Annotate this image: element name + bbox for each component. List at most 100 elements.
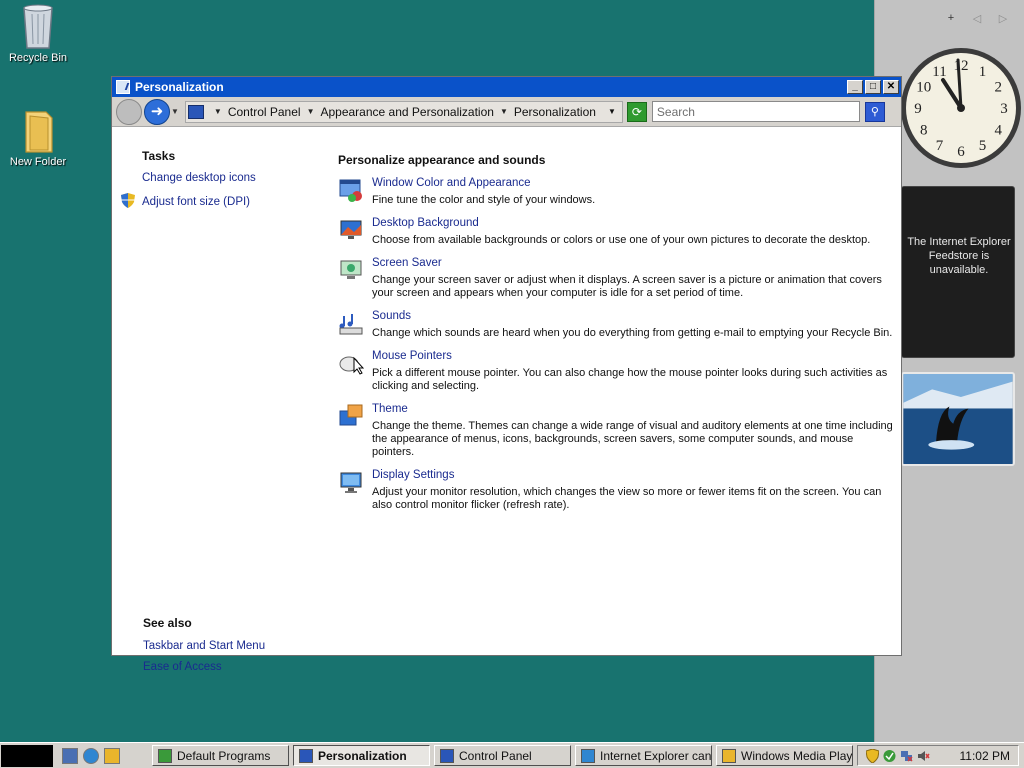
search-icon[interactable]: ⚲ xyxy=(864,101,885,122)
breadcrumb-personalization[interactable]: Personalization xyxy=(514,105,596,119)
window-color-description: Fine tune the color and style of your wi… xyxy=(372,194,596,206)
taskbar-button[interactable]: Internet Explorer can... xyxy=(575,745,712,766)
clock-number: 8 xyxy=(920,123,928,139)
chevron-down-icon[interactable]: ▼ xyxy=(214,107,222,116)
clock-number: 4 xyxy=(994,123,1002,139)
window-color-icon xyxy=(339,179,362,202)
clock-gadget[interactable]: 12 12 3 45678 9 1011 xyxy=(899,46,1023,170)
back-button[interactable] xyxy=(116,98,142,125)
sounds-icon xyxy=(339,314,363,335)
change-desktop-icons-link[interactable]: Change desktop icons xyxy=(142,172,256,184)
clock-number: 7 xyxy=(936,138,944,154)
slide-show-gadget[interactable] xyxy=(901,372,1015,466)
desktop-background-icon xyxy=(340,220,362,239)
personalization-window: Personalization _ □ ✕ ➜ ▼ ▼ Control Pane… xyxy=(111,76,902,673)
control-panel-icon xyxy=(187,104,204,119)
new-folder-desktop-icon[interactable]: New Folder xyxy=(0,106,76,168)
feed-message-line: The Internet Explorer xyxy=(907,236,1011,248)
taskbar-button-label: Personalization xyxy=(318,748,407,763)
chevron-down-icon[interactable]: ▼ xyxy=(307,107,315,116)
forward-button[interactable]: ➜ xyxy=(144,98,170,125)
recycle-bin-icon xyxy=(23,4,53,49)
taskbar-button[interactable]: Windows Media Player xyxy=(716,745,853,766)
taskbar-button-label: Control Panel xyxy=(459,748,532,763)
taskbar-app-icon xyxy=(158,748,172,763)
mouse-pointers-link[interactable]: Mouse Pointers xyxy=(372,350,893,362)
internet-explorer-icon[interactable] xyxy=(83,747,99,764)
recycle-bin-label: Recycle Bin xyxy=(8,52,68,64)
theme-item: Theme Change the theme. Themes can chang… xyxy=(338,403,893,459)
security-shield-icon[interactable] xyxy=(866,748,879,763)
personalize-main-pane: Personalize appearance and sounds Window… xyxy=(338,153,893,522)
minimize-button[interactable]: _ xyxy=(847,80,863,94)
notification-area: 11:02 PM xyxy=(857,745,1019,766)
media-player-icon[interactable] xyxy=(104,747,120,764)
address-dropdown-icon[interactable]: ▼ xyxy=(608,107,616,116)
taskbar-button-label: Internet Explorer can... xyxy=(600,748,712,763)
sidebar-controls: + ◁ ▷ xyxy=(944,12,1010,25)
maximize-button[interactable]: □ xyxy=(865,80,881,94)
window-color-item: Window Color and Appearance Fine tune th… xyxy=(338,177,893,207)
see-also-heading: See also xyxy=(143,616,192,630)
sounds-item: Sounds Change which sounds are heard whe… xyxy=(338,310,893,340)
new-folder-label: New Folder xyxy=(9,156,67,168)
breadcrumb[interactable]: ▼ Control Panel ▼ Appearance and Persona… xyxy=(184,100,623,123)
taskbar-button[interactable]: Default Programs xyxy=(152,745,289,766)
clock-number: 5 xyxy=(979,138,987,154)
screen-saver-link[interactable]: Screen Saver xyxy=(372,257,893,269)
search-input[interactable]: Search xyxy=(651,101,860,122)
start-button[interactable] xyxy=(1,744,53,767)
tasks-heading: Tasks xyxy=(142,149,176,163)
clock-number: 3 xyxy=(1000,101,1008,117)
taskbar: Default Programs Personalization Control P… xyxy=(0,742,1024,768)
display-settings-item: Display Settings Adjust your monitor res… xyxy=(338,469,893,512)
sounds-link[interactable]: Sounds xyxy=(372,310,893,322)
breadcrumb-control-panel[interactable]: Control Panel xyxy=(228,105,301,119)
breadcrumb-appearance-and-personalization[interactable]: Appearance and Personalization xyxy=(320,105,493,119)
taskbar-button[interactable]: Personalization xyxy=(293,745,430,766)
window-title-bar[interactable]: Personalization _ □ ✕ xyxy=(112,77,901,97)
display-settings-icon xyxy=(340,472,362,493)
clock-number: 12 xyxy=(954,58,969,74)
chevron-down-icon[interactable]: ▼ xyxy=(500,107,508,116)
feed-headlines-gadget[interactable]: The Internet Explorer Feedstore is unava… xyxy=(901,186,1015,358)
see-also-pane: See also Taskbar and Start Menu Ease of … xyxy=(143,616,265,682)
desktop-background-link[interactable]: Desktop Background xyxy=(372,217,893,229)
desktop-background-description: Choose from available backgrounds or col… xyxy=(372,234,871,246)
clock-number: 2 xyxy=(994,80,1002,96)
security-center-icon[interactable] xyxy=(883,749,896,763)
show-desktop-icon[interactable] xyxy=(62,747,78,764)
mouse-pointers-icon xyxy=(339,356,364,375)
folder-icon xyxy=(25,111,53,153)
mouse-pointers-description: Pick a different mouse pointer. You can … xyxy=(372,367,888,392)
recent-pages-dropdown-icon[interactable]: ▼ xyxy=(171,107,179,116)
system-clock[interactable]: 11:02 PM xyxy=(960,749,1010,763)
volume-icon[interactable] xyxy=(917,749,930,763)
window-color-link[interactable]: Window Color and Appearance xyxy=(372,177,893,189)
adjust-font-size-link[interactable]: Adjust font size (DPI) xyxy=(121,193,256,208)
refresh-icon[interactable]: ⟳ xyxy=(626,101,647,122)
display-settings-link[interactable]: Display Settings xyxy=(372,469,893,481)
theme-link[interactable]: Theme xyxy=(372,403,893,415)
screen-saver-icon xyxy=(340,260,362,279)
network-icon[interactable] xyxy=(900,749,913,763)
ease-of-access-link[interactable]: Ease of Access xyxy=(143,661,265,673)
address-bar: ➜ ▼ ▼ Control Panel ▼ Appearance and Per… xyxy=(112,97,901,127)
theme-icon xyxy=(339,404,363,426)
clock-number: 10 xyxy=(916,80,931,96)
screen-saver-description: Change your screen saver or adjust when … xyxy=(372,274,882,299)
add-gadget-button[interactable]: + xyxy=(944,12,958,25)
uac-shield-icon xyxy=(121,193,135,208)
recycle-bin-desktop-icon[interactable]: Recycle Bin xyxy=(0,2,76,64)
taskbar-button[interactable]: Control Panel xyxy=(434,745,571,766)
close-button[interactable]: ✕ xyxy=(883,80,899,94)
theme-description: Change the theme. Themes can change a wi… xyxy=(372,420,893,458)
taskbar-and-start-menu-link[interactable]: Taskbar and Start Menu xyxy=(143,640,265,652)
next-gadget-page-button[interactable]: ▷ xyxy=(996,12,1010,25)
previous-gadget-page-button[interactable]: ◁ xyxy=(970,12,984,25)
desktop-background-item: Desktop Background Choose from available… xyxy=(338,217,893,247)
mouse-pointers-item: Mouse Pointers Pick a different mouse po… xyxy=(338,350,893,393)
clock-number: 6 xyxy=(957,144,965,160)
taskbar-buttons: Default Programs Personalization Control P… xyxy=(152,745,853,766)
window-content: Tasks Change desktop icons Adjust font s… xyxy=(112,127,901,673)
